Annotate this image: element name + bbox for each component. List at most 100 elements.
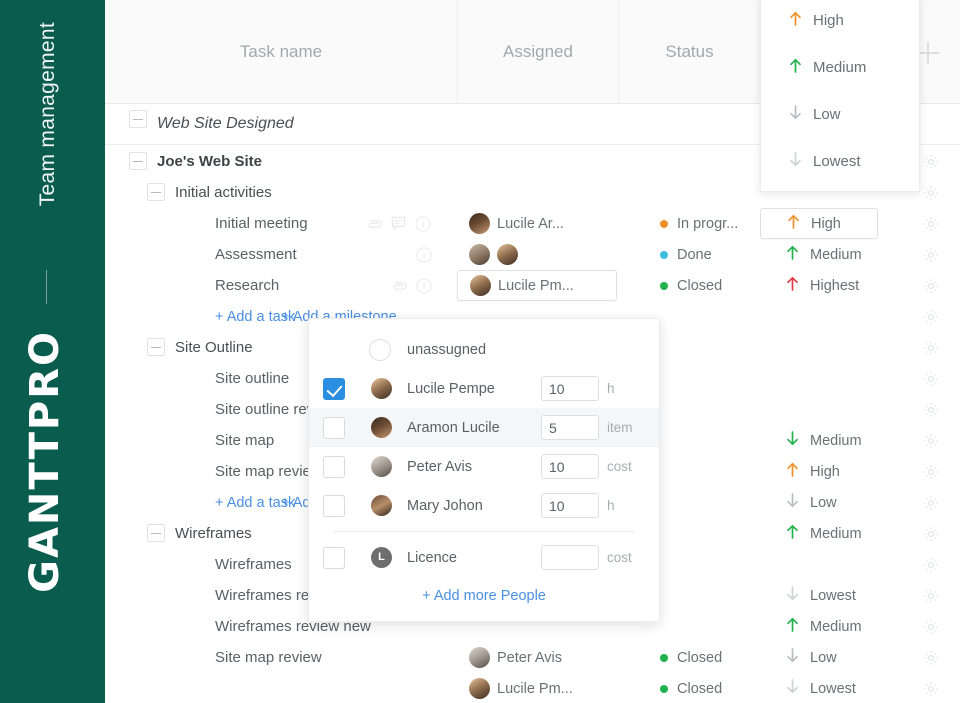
- assignee-row[interactable]: Aramon Lucileitem: [309, 408, 659, 447]
- assigned-cell[interactable]: Lucile Ar...: [457, 208, 617, 239]
- sidebar: Team management GANTTPRO: [0, 0, 105, 703]
- status-label: Done: [677, 247, 712, 263]
- priority-arrow-icon: [786, 462, 799, 481]
- row-settings-icon[interactable]: [911, 611, 951, 642]
- assignee-row[interactable]: Mary Johonh: [309, 486, 659, 525]
- priority-option[interactable]: Lowest: [761, 138, 919, 185]
- collapse-toggle-icon[interactable]: [129, 110, 147, 128]
- avatar: [371, 378, 392, 399]
- project-title: Web Site Designed: [157, 115, 294, 133]
- add-column-icon[interactable]: [917, 42, 939, 64]
- status-cell[interactable]: Done: [618, 239, 760, 270]
- row-settings-icon[interactable]: [911, 642, 951, 673]
- priority-label: High: [810, 464, 840, 480]
- priority-cell[interactable]: Lowest: [760, 673, 900, 703]
- task-name: Joe's Web Site: [157, 146, 262, 177]
- priority-option[interactable]: High: [761, 0, 919, 44]
- resource-checkbox[interactable]: [323, 547, 345, 569]
- priority-cell[interactable]: Low: [760, 642, 900, 673]
- resource-row[interactable]: L Licence cost: [309, 538, 659, 577]
- assignee-unit-label: h: [607, 369, 615, 408]
- priority-cell[interactable]: Low: [760, 487, 900, 518]
- assigned-cell[interactable]: Lucile Pm...: [457, 673, 617, 703]
- unassigned-radio-icon[interactable]: [369, 339, 391, 361]
- assignee-amount-input[interactable]: [541, 376, 599, 401]
- avatar: [497, 244, 518, 265]
- status-cell[interactable]: Closed: [618, 270, 760, 301]
- add-more-people-link[interactable]: + Add more People: [309, 577, 659, 615]
- row-settings-icon[interactable]: [911, 580, 951, 611]
- sidebar-subtitle: Team management: [36, 22, 60, 206]
- row-settings-icon[interactable]: [911, 487, 951, 518]
- assignee-amount-input[interactable]: [541, 415, 599, 440]
- column-header-assigned[interactable]: Assigned: [458, 0, 618, 103]
- status-cell[interactable]: In progr...: [618, 208, 760, 239]
- column-header-status[interactable]: Status: [619, 0, 760, 103]
- table-row[interactable]: Assessment Done Medium: [105, 239, 960, 270]
- priority-label: Low: [810, 650, 837, 666]
- assignee-checkbox[interactable]: [323, 456, 345, 478]
- avatar: [469, 678, 490, 699]
- table-row[interactable]: Lucile Pm... Closed Lowest: [105, 673, 960, 703]
- priority-cell[interactable]: Highest: [760, 270, 900, 301]
- priority-dropdown[interactable]: High Medium Low Lowest: [760, 0, 920, 192]
- row-settings-icon[interactable]: [911, 332, 951, 363]
- row-settings-icon[interactable]: [911, 239, 951, 270]
- row-settings-icon[interactable]: [911, 363, 951, 394]
- priority-arrow-icon: [786, 617, 799, 636]
- priority-cell[interactable]: High: [760, 208, 878, 239]
- task-name: Site Outline: [175, 332, 253, 363]
- table-row[interactable]: Site map reviewPeter Avis Closed Low: [105, 642, 960, 673]
- assignee-amount-input[interactable]: [541, 454, 599, 479]
- priority-cell[interactable]: Medium: [760, 518, 900, 549]
- assignee-checkbox[interactable]: [323, 417, 345, 439]
- priority-arrow-icon: [789, 11, 802, 30]
- priority-cell[interactable]: High: [760, 456, 900, 487]
- avatar: [470, 275, 491, 296]
- assignee-name: Peter Avis: [407, 447, 472, 486]
- assignee-name: Lucile Ar...: [497, 216, 564, 232]
- row-settings-icon[interactable]: [911, 518, 951, 549]
- assigned-cell[interactable]: [457, 239, 617, 270]
- assignee-checkbox[interactable]: [323, 378, 345, 400]
- collapse-toggle-icon[interactable]: [147, 338, 165, 356]
- row-settings-icon[interactable]: [911, 270, 951, 301]
- priority-cell[interactable]: Lowest: [760, 580, 900, 611]
- row-settings-icon[interactable]: [911, 208, 951, 239]
- status-cell[interactable]: Closed: [618, 673, 760, 703]
- priority-option[interactable]: Low: [761, 91, 919, 138]
- row-settings-icon[interactable]: [911, 456, 951, 487]
- assignee-unit-label: item: [607, 408, 633, 447]
- status-cell[interactable]: Closed: [618, 642, 760, 673]
- priority-label: Highest: [810, 278, 859, 294]
- task-name: Site map review: [215, 456, 322, 487]
- collapse-toggle-icon[interactable]: [129, 152, 147, 170]
- assignee-row[interactable]: Lucile Pempeh: [309, 369, 659, 408]
- row-settings-icon[interactable]: [911, 673, 951, 703]
- row-settings-icon[interactable]: [911, 301, 951, 332]
- info-icon: [416, 247, 432, 263]
- priority-cell[interactable]: Medium: [760, 239, 900, 270]
- table-row[interactable]: Research Lucile Pm... Closed Highest: [105, 270, 960, 301]
- sidebar-divider: [46, 270, 47, 304]
- assignee-name: Peter Avis: [497, 650, 562, 666]
- collapse-toggle-icon[interactable]: [147, 524, 165, 542]
- priority-option[interactable]: Medium: [761, 44, 919, 91]
- row-settings-icon[interactable]: [911, 394, 951, 425]
- priority-cell[interactable]: Medium: [760, 611, 900, 642]
- assignee-dropdown[interactable]: unassugnedLucile PempehAramon Lucileitem…: [308, 318, 660, 622]
- row-settings-icon[interactable]: [911, 549, 951, 580]
- row-settings-icon[interactable]: [911, 425, 951, 456]
- assignee-row[interactable]: Peter Aviscost: [309, 447, 659, 486]
- assigned-cell[interactable]: Lucile Pm...: [457, 270, 617, 301]
- assignee-checkbox[interactable]: [323, 495, 345, 517]
- assignee-amount-input[interactable]: [541, 493, 599, 518]
- column-header-task-name[interactable]: Task name: [105, 0, 457, 103]
- resource-amount-input[interactable]: [541, 545, 599, 570]
- collapse-toggle-icon[interactable]: [147, 183, 165, 201]
- assignee-row[interactable]: unassugned: [309, 330, 659, 369]
- assigned-cell[interactable]: Peter Avis: [457, 642, 617, 673]
- table-row[interactable]: Initial meeting Lucile Ar... In progr...…: [105, 208, 960, 239]
- row-icons: [416, 239, 432, 270]
- priority-cell[interactable]: Medium: [760, 425, 900, 456]
